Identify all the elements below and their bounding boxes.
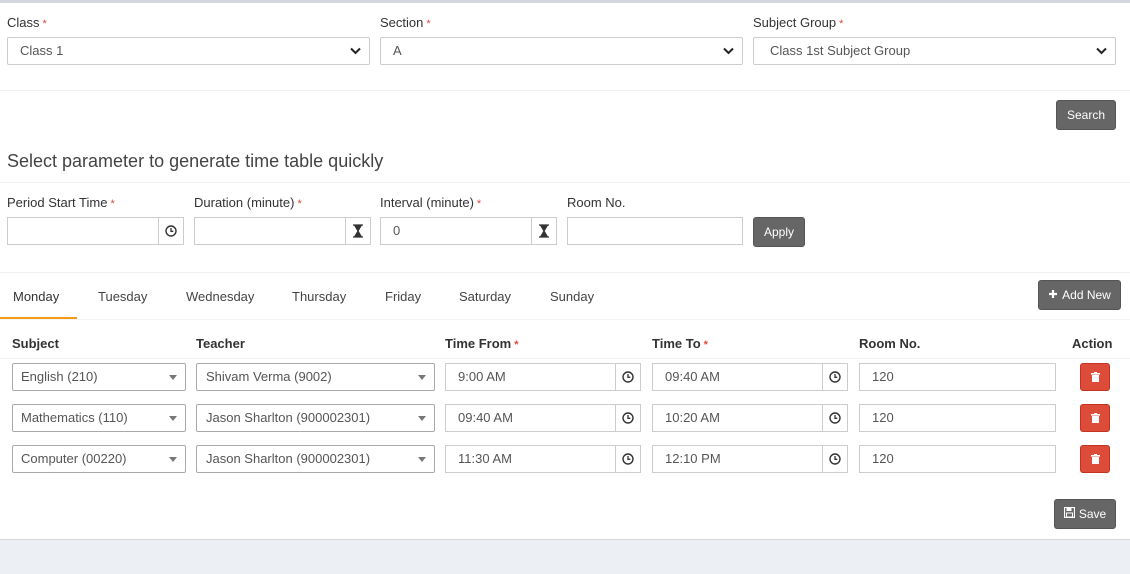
save-button[interactable]: Save	[1054, 499, 1116, 529]
floppy-disk-icon	[1063, 506, 1075, 521]
time-to-input[interactable]: 09:40 AM	[652, 363, 823, 391]
divider	[0, 90, 1130, 91]
clock-icon[interactable]	[822, 445, 848, 473]
period-start-label: Period Start Time *	[7, 195, 115, 210]
header-action: Action	[1072, 336, 1113, 351]
caret-down-icon	[169, 457, 177, 462]
clock-icon[interactable]	[158, 217, 184, 245]
tab-sunday[interactable]: Sunday	[550, 289, 594, 304]
tab-tuesday[interactable]: Tuesday	[98, 289, 147, 304]
clock-icon[interactable]	[822, 404, 848, 432]
divider	[0, 272, 1130, 273]
plus-icon	[1048, 288, 1058, 302]
divider	[0, 319, 1130, 320]
caret-down-icon	[169, 375, 177, 380]
chevron-down-icon	[350, 38, 361, 55]
timetable-panel: Class * Class 1 Section * A Subject Group *…	[0, 0, 1130, 540]
room-label: Room No.	[567, 195, 626, 210]
apply-button[interactable]: Apply	[753, 217, 805, 247]
chevron-down-icon	[723, 38, 734, 55]
delete-button[interactable]	[1080, 363, 1110, 391]
clock-icon[interactable]	[822, 363, 848, 391]
generator-title: Select parameter to generate time table …	[7, 151, 384, 171]
clock-icon[interactable]	[615, 404, 641, 432]
header-room: Room No.	[859, 336, 921, 351]
caret-down-icon	[418, 416, 426, 421]
clock-icon[interactable]	[615, 363, 641, 391]
header-time-from: Time From *	[445, 336, 519, 351]
tab-thursday[interactable]: Thursday	[292, 289, 346, 304]
caret-down-icon	[418, 375, 426, 380]
class-label: Class *	[7, 15, 47, 30]
room-input[interactable]	[567, 217, 743, 245]
caret-down-icon	[418, 457, 426, 462]
tab-saturday[interactable]: Saturday	[459, 289, 511, 304]
trash-icon	[1090, 370, 1100, 385]
header-subject: Subject	[12, 336, 59, 351]
teacher-select[interactable]: Jason Sharlton (900002301)	[196, 445, 435, 473]
trash-icon	[1090, 411, 1100, 426]
time-to-input[interactable]: 12:10 PM	[652, 445, 823, 473]
header-teacher: Teacher	[196, 336, 245, 351]
hourglass-icon	[345, 217, 371, 245]
room-input[interactable]: 120	[859, 404, 1056, 432]
teacher-select[interactable]: Jason Sharlton (900002301)	[196, 404, 435, 432]
search-button[interactable]: Search	[1056, 100, 1116, 130]
chevron-down-icon	[1096, 38, 1107, 55]
trash-icon	[1090, 452, 1100, 467]
clock-icon[interactable]	[615, 445, 641, 473]
tab-friday[interactable]: Friday	[385, 289, 421, 304]
add-new-button[interactable]: Add New	[1038, 280, 1121, 310]
subject-group-label: Subject Group *	[753, 15, 844, 30]
time-from-input[interactable]: 9:00 AM	[445, 363, 616, 391]
subject-select[interactable]: Computer (00220)	[12, 445, 186, 473]
duration-label: Duration (minute) *	[194, 195, 302, 210]
tab-wednesday[interactable]: Wednesday	[186, 289, 254, 304]
period-start-input[interactable]	[7, 217, 159, 245]
delete-button[interactable]	[1080, 404, 1110, 432]
divider	[0, 182, 1130, 183]
duration-input[interactable]	[194, 217, 346, 245]
time-to-input[interactable]: 10:20 AM	[652, 404, 823, 432]
hourglass-icon	[531, 217, 557, 245]
interval-input[interactable]: 0	[380, 217, 532, 245]
time-from-input[interactable]: 11:30 AM	[445, 445, 616, 473]
room-input[interactable]: 120	[859, 445, 1056, 473]
subject-group-select[interactable]: Class 1st Subject Group	[753, 37, 1116, 65]
section-label: Section *	[380, 15, 431, 30]
tab-monday[interactable]: Monday	[13, 289, 59, 304]
header-time-to: Time To *	[652, 336, 708, 351]
time-from-input[interactable]: 09:40 AM	[445, 404, 616, 432]
delete-button[interactable]	[1080, 445, 1110, 473]
section-select[interactable]: A	[380, 37, 743, 65]
interval-label: Interval (minute) *	[380, 195, 482, 210]
teacher-select[interactable]: Shivam Verma (9002)	[196, 363, 435, 391]
subject-select[interactable]: Mathematics (110)	[12, 404, 186, 432]
divider	[0, 358, 1130, 359]
room-input[interactable]: 120	[859, 363, 1056, 391]
subject-select[interactable]: English (210)	[12, 363, 186, 391]
class-select[interactable]: Class 1	[7, 37, 370, 65]
caret-down-icon	[169, 416, 177, 421]
